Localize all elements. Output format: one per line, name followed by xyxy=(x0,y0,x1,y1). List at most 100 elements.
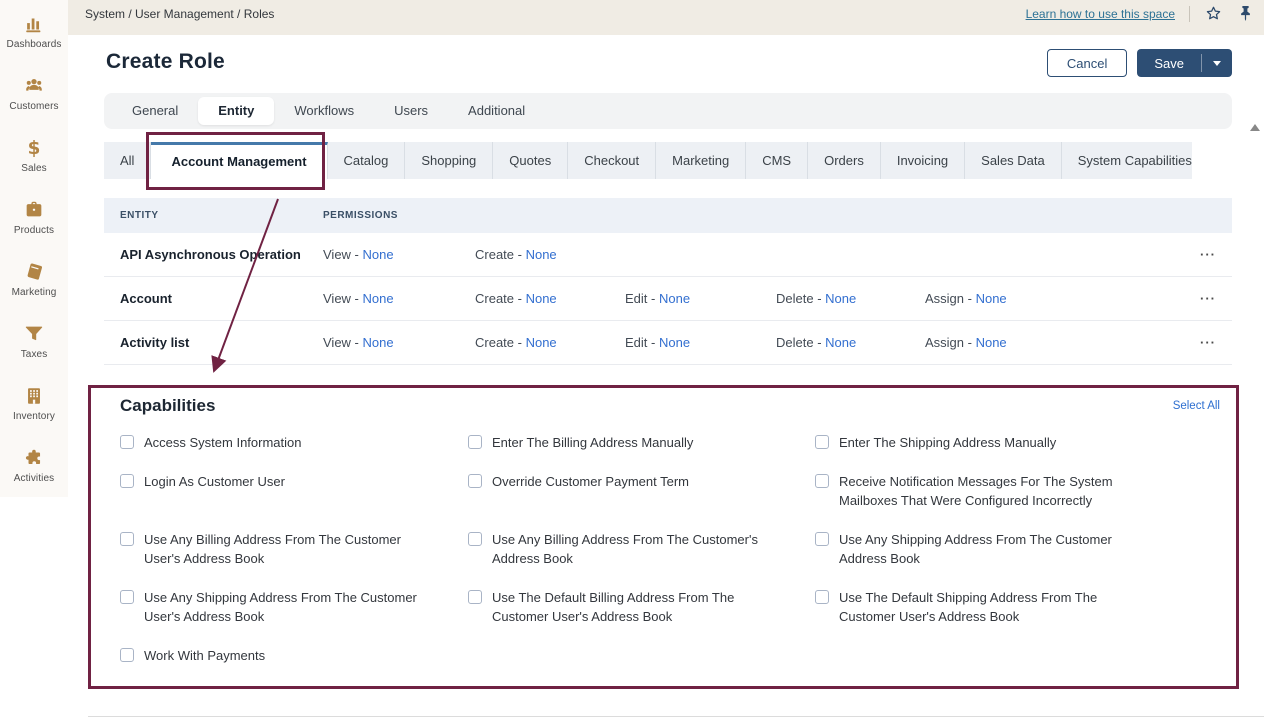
tab-entity[interactable]: Entity xyxy=(198,97,274,125)
permission-view: View - None xyxy=(323,277,394,321)
pin-icon[interactable] xyxy=(1236,5,1254,23)
category-tab-system-capabilities[interactable]: System Capabilities xyxy=(1062,142,1208,179)
sidebar-item-label: Dashboards xyxy=(7,39,62,50)
capability-checkbox[interactable] xyxy=(468,474,482,488)
sidebar-item-sales[interactable]: $Sales xyxy=(0,124,68,186)
permission-value-link[interactable]: None xyxy=(363,335,394,350)
permission-value-link[interactable]: None xyxy=(825,335,856,350)
capability-checkbox[interactable] xyxy=(468,532,482,546)
svg-text:$: $ xyxy=(28,138,41,159)
capability-label: Access System Information xyxy=(144,433,302,452)
permission-view: View - None xyxy=(323,233,394,277)
permission-value-link[interactable]: None xyxy=(363,291,394,306)
capability-item[interactable]: Use Any Billing Address From The Custome… xyxy=(468,530,815,568)
capability-item[interactable]: Use Any Shipping Address From The Custom… xyxy=(815,530,1220,568)
capability-item[interactable]: Use Any Shipping Address From The Custom… xyxy=(120,588,468,626)
learn-link[interactable]: Learn how to use this space xyxy=(1026,7,1175,21)
sidebar-item-activities[interactable]: Activities xyxy=(0,434,68,496)
capability-checkbox[interactable] xyxy=(120,474,134,488)
permission-value-link[interactable]: None xyxy=(976,335,1007,350)
capabilities-section: Capabilities Select All Access System In… xyxy=(88,384,1248,665)
category-tab-invoicing[interactable]: Invoicing xyxy=(881,142,965,179)
permission-value-link[interactable]: None xyxy=(659,335,690,350)
sidebar-item-taxes[interactable]: Taxes xyxy=(0,310,68,372)
capability-item[interactable]: Login As Customer User xyxy=(120,472,468,491)
capability-checkbox[interactable] xyxy=(120,532,134,546)
capability-item[interactable]: Work With Payments xyxy=(120,646,468,665)
permissions-column-header: PERMISSIONS xyxy=(323,198,398,233)
capability-checkbox[interactable] xyxy=(815,474,829,488)
tab-workflows[interactable]: Workflows xyxy=(274,97,374,125)
table-header: ENTITY PERMISSIONS xyxy=(104,198,1232,233)
category-tab-shopping[interactable]: Shopping xyxy=(405,142,493,179)
capability-checkbox[interactable] xyxy=(468,590,482,604)
scrollbar-up-arrow-icon[interactable] xyxy=(1250,124,1260,131)
capability-checkbox[interactable] xyxy=(120,590,134,604)
entity-column-header: ENTITY xyxy=(120,198,159,233)
row-actions-icon[interactable]: ··· xyxy=(1200,233,1216,277)
capability-item[interactable]: Use The Default Shipping Address From Th… xyxy=(815,588,1220,626)
sidebar-item-customers[interactable]: Customers xyxy=(0,62,68,124)
category-tab-checkout[interactable]: Checkout xyxy=(568,142,656,179)
category-tab-all[interactable]: All xyxy=(104,142,151,179)
sidebar-item-inventory[interactable]: Inventory xyxy=(0,372,68,434)
topbar-right: Learn how to use this space xyxy=(1026,5,1254,23)
capability-checkbox[interactable] xyxy=(815,532,829,546)
capability-checkbox[interactable] xyxy=(468,435,482,449)
row-actions-icon[interactable]: ··· xyxy=(1200,277,1216,321)
capabilities-title: Capabilities xyxy=(120,396,215,416)
permission-value-link[interactable]: None xyxy=(526,247,557,262)
capability-item[interactable]: Receive Notification Messages For The Sy… xyxy=(815,472,1220,510)
sidebar-item-products[interactable]: Products xyxy=(0,186,68,248)
capability-item[interactable]: Use The Default Billing Address From The… xyxy=(468,588,815,626)
category-tab-sales-data[interactable]: Sales Data xyxy=(965,142,1062,179)
page-title: Create Role xyxy=(106,47,225,74)
sidebar-item-marketing[interactable]: Marketing xyxy=(0,248,68,310)
row-actions-icon[interactable]: ··· xyxy=(1200,321,1216,365)
sidebar-item-label: Customers xyxy=(9,101,58,112)
category-tab-quotes[interactable]: Quotes xyxy=(493,142,568,179)
category-tab-cms[interactable]: CMS xyxy=(746,142,808,179)
permission-delete: Delete - None xyxy=(776,277,856,321)
permission-create: Create - None xyxy=(475,233,557,277)
category-tab-marketing[interactable]: Marketing xyxy=(656,142,746,179)
permission-view: View - None xyxy=(323,321,394,365)
permission-value-link[interactable]: None xyxy=(526,291,557,306)
capability-label: Use The Default Shipping Address From Th… xyxy=(839,588,1129,626)
capability-label: Receive Notification Messages For The Sy… xyxy=(839,472,1129,510)
capability-label: Login As Customer User xyxy=(144,472,285,491)
capability-item[interactable]: Enter The Shipping Address Manually xyxy=(815,433,1220,452)
capability-item[interactable]: Override Customer Payment Term xyxy=(468,472,815,491)
select-all-link[interactable]: Select All xyxy=(1173,400,1220,412)
dollar-icon: $ xyxy=(22,136,46,160)
category-tab-catalog[interactable]: Catalog xyxy=(328,142,406,179)
tab-users[interactable]: Users xyxy=(374,97,448,125)
permission-value-link[interactable]: None xyxy=(659,291,690,306)
tab-additional[interactable]: Additional xyxy=(448,97,545,125)
sidebar-item-label: Activities xyxy=(14,473,54,484)
bottom-divider xyxy=(88,716,1264,717)
capability-checkbox[interactable] xyxy=(120,435,134,449)
sidebar-item-dashboards[interactable]: Dashboards xyxy=(0,0,68,62)
cancel-button[interactable]: Cancel xyxy=(1047,49,1127,77)
category-tab-account-management[interactable]: Account Management xyxy=(151,142,327,179)
favorite-star-icon[interactable] xyxy=(1204,5,1222,23)
capability-item[interactable]: Access System Information xyxy=(120,433,468,452)
permission-value-link[interactable]: None xyxy=(976,291,1007,306)
save-dropdown-button[interactable] xyxy=(1202,49,1232,77)
capability-checkbox[interactable] xyxy=(815,435,829,449)
tab-general[interactable]: General xyxy=(112,97,198,125)
save-button[interactable]: Save xyxy=(1137,49,1201,77)
capability-checkbox[interactable] xyxy=(815,590,829,604)
permission-value-link[interactable]: None xyxy=(363,247,394,262)
capability-item[interactable]: Use Any Billing Address From The Custome… xyxy=(120,530,468,568)
permission-value-link[interactable]: None xyxy=(526,335,557,350)
entity-name: Activity list xyxy=(120,321,189,365)
table-row: AccountView - NoneCreate - NoneEdit - No… xyxy=(104,277,1232,321)
save-split-button: Save xyxy=(1137,49,1232,77)
capability-checkbox[interactable] xyxy=(120,648,134,662)
permission-assign: Assign - None xyxy=(925,277,1007,321)
category-tab-orders[interactable]: Orders xyxy=(808,142,881,179)
permission-value-link[interactable]: None xyxy=(825,291,856,306)
capability-item[interactable]: Enter The Billing Address Manually xyxy=(468,433,815,452)
